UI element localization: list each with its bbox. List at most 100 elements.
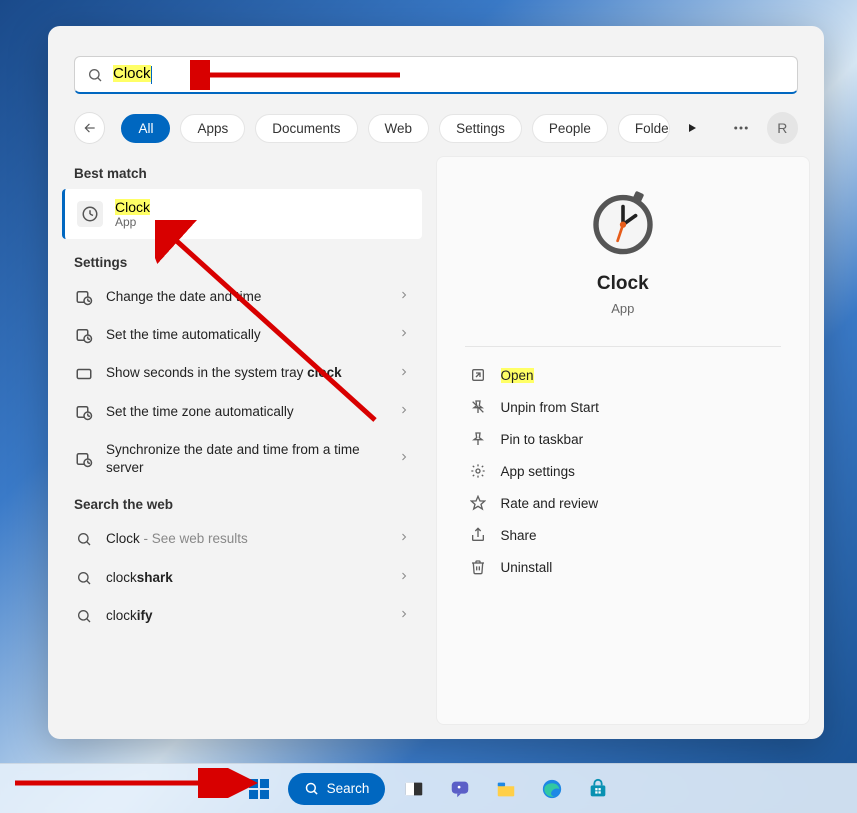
chat-button[interactable] <box>443 772 477 806</box>
best-match-subtitle: App <box>115 215 150 229</box>
action-label: Pin to taskbar <box>501 432 584 447</box>
clock-app-icon <box>587 185 659 257</box>
action-label: App settings <box>501 464 575 479</box>
result-text: Set the time zone automatically <box>106 403 386 421</box>
user-avatar[interactable]: R <box>767 112 798 144</box>
tab-apps[interactable]: Apps <box>180 114 245 143</box>
windows-logo-icon <box>247 777 271 801</box>
best-match-title: Clock <box>115 199 150 215</box>
tab-folders[interactable]: Folders <box>618 114 670 143</box>
task-view-icon <box>403 778 425 800</box>
settings-result[interactable]: Set the time automatically <box>62 316 422 354</box>
play-right-icon <box>686 122 698 134</box>
search-bar-container: Clock <box>48 56 824 108</box>
best-match-result[interactable]: Clock App <box>62 189 422 239</box>
preview-action-uninstall[interactable]: Uninstall <box>447 551 799 583</box>
pin-taskbar-icon <box>469 431 487 447</box>
settings-result[interactable]: Set the time zone automatically <box>62 393 422 431</box>
arrow-left-icon <box>83 121 97 135</box>
chat-icon <box>449 778 471 800</box>
back-button[interactable] <box>74 112 105 144</box>
result-text: Change the date and time <box>106 288 386 306</box>
share-icon <box>469 527 487 543</box>
tab-settings[interactable]: Settings <box>439 114 522 143</box>
clock-small-icon <box>81 205 99 223</box>
action-label: Rate and review <box>501 496 599 511</box>
web-result[interactable]: clockify <box>62 597 422 635</box>
action-label: Unpin from Start <box>501 400 599 415</box>
preview-title: Clock <box>597 273 649 295</box>
taskbar: Search <box>0 763 857 813</box>
preview-action-unpin-from-start[interactable]: Unpin from Start <box>447 391 799 423</box>
more-horizontal-icon <box>732 119 750 137</box>
results-body: Best match Clock App Settings Change the… <box>48 156 824 739</box>
unpin-icon <box>469 399 487 415</box>
tabs-scroll-right[interactable] <box>680 115 706 141</box>
web-result[interactable]: clockshark <box>62 559 422 597</box>
action-label: Open <box>501 368 534 383</box>
section-best-match: Best match <box>62 156 422 189</box>
results-list: Best match Clock App Settings Change the… <box>62 156 422 725</box>
chevron-right-icon <box>398 569 410 587</box>
store-icon <box>587 778 609 800</box>
preview-action-share[interactable]: Share <box>447 519 799 551</box>
task-view-button[interactable] <box>397 772 431 806</box>
tab-all[interactable]: All <box>121 114 170 143</box>
result-text: Show seconds in the system tray clock <box>106 364 386 382</box>
star-icon <box>469 495 487 511</box>
chevron-right-icon <box>398 530 410 548</box>
start-button[interactable] <box>242 772 276 806</box>
preview-subtitle: App <box>611 301 634 316</box>
datetime-icon <box>74 450 94 468</box>
result-text: clockify <box>106 607 386 625</box>
best-match-app-icon <box>77 201 103 227</box>
open-icon <box>469 367 487 383</box>
gear-icon <box>469 463 487 479</box>
chevron-right-icon <box>398 288 410 306</box>
chevron-right-icon <box>398 403 410 421</box>
settings-result[interactable]: Show seconds in the system tray clock <box>62 354 422 392</box>
datetime-icon <box>74 403 94 421</box>
search-input[interactable]: Clock <box>103 65 785 83</box>
search-bar[interactable]: Clock <box>74 56 798 94</box>
preview-pane: Clock App Open Unpin from Start Pin to tas… <box>436 156 810 725</box>
result-text: clockshark <box>106 569 386 587</box>
section-settings: Settings <box>62 245 422 278</box>
tab-documents[interactable]: Documents <box>255 114 357 143</box>
chevron-right-icon <box>398 326 410 344</box>
result-text: Set the time automatically <box>106 326 386 344</box>
more-options-button[interactable] <box>725 112 756 144</box>
rect-icon <box>74 365 94 383</box>
taskbar-search-label: Search <box>327 781 370 796</box>
text-caret <box>151 66 152 84</box>
edge-button[interactable] <box>535 772 569 806</box>
datetime-icon <box>74 288 94 306</box>
chevron-right-icon <box>398 450 410 468</box>
start-search-window: Clock All Apps Documents Web Settings Pe… <box>48 26 824 739</box>
tab-people[interactable]: People <box>532 114 608 143</box>
taskbar-search-button[interactable]: Search <box>288 773 386 805</box>
settings-result[interactable]: Synchronize the date and time from a tim… <box>62 431 422 487</box>
preview-action-open[interactable]: Open <box>447 359 799 391</box>
file-explorer-button[interactable] <box>489 772 523 806</box>
preview-header: Clock App <box>447 185 799 334</box>
section-web: Search the web <box>62 487 422 520</box>
search-icon <box>74 570 94 586</box>
search-icon <box>87 67 103 83</box>
tab-web[interactable]: Web <box>368 114 430 143</box>
preview-action-pin-to-taskbar[interactable]: Pin to taskbar <box>447 423 799 455</box>
folder-icon <box>495 778 517 800</box>
result-text: Clock - See web results <box>106 530 386 548</box>
action-label: Uninstall <box>501 560 553 575</box>
divider <box>465 346 781 347</box>
action-label: Share <box>501 528 537 543</box>
store-button[interactable] <box>581 772 615 806</box>
search-icon <box>304 781 319 796</box>
settings-result[interactable]: Change the date and time <box>62 278 422 316</box>
preview-action-app-settings[interactable]: App settings <box>447 455 799 487</box>
web-result[interactable]: Clock - See web results <box>62 520 422 558</box>
datetime-icon <box>74 326 94 344</box>
preview-action-rate-and-review[interactable]: Rate and review <box>447 487 799 519</box>
chevron-right-icon <box>398 607 410 625</box>
search-icon <box>74 531 94 547</box>
